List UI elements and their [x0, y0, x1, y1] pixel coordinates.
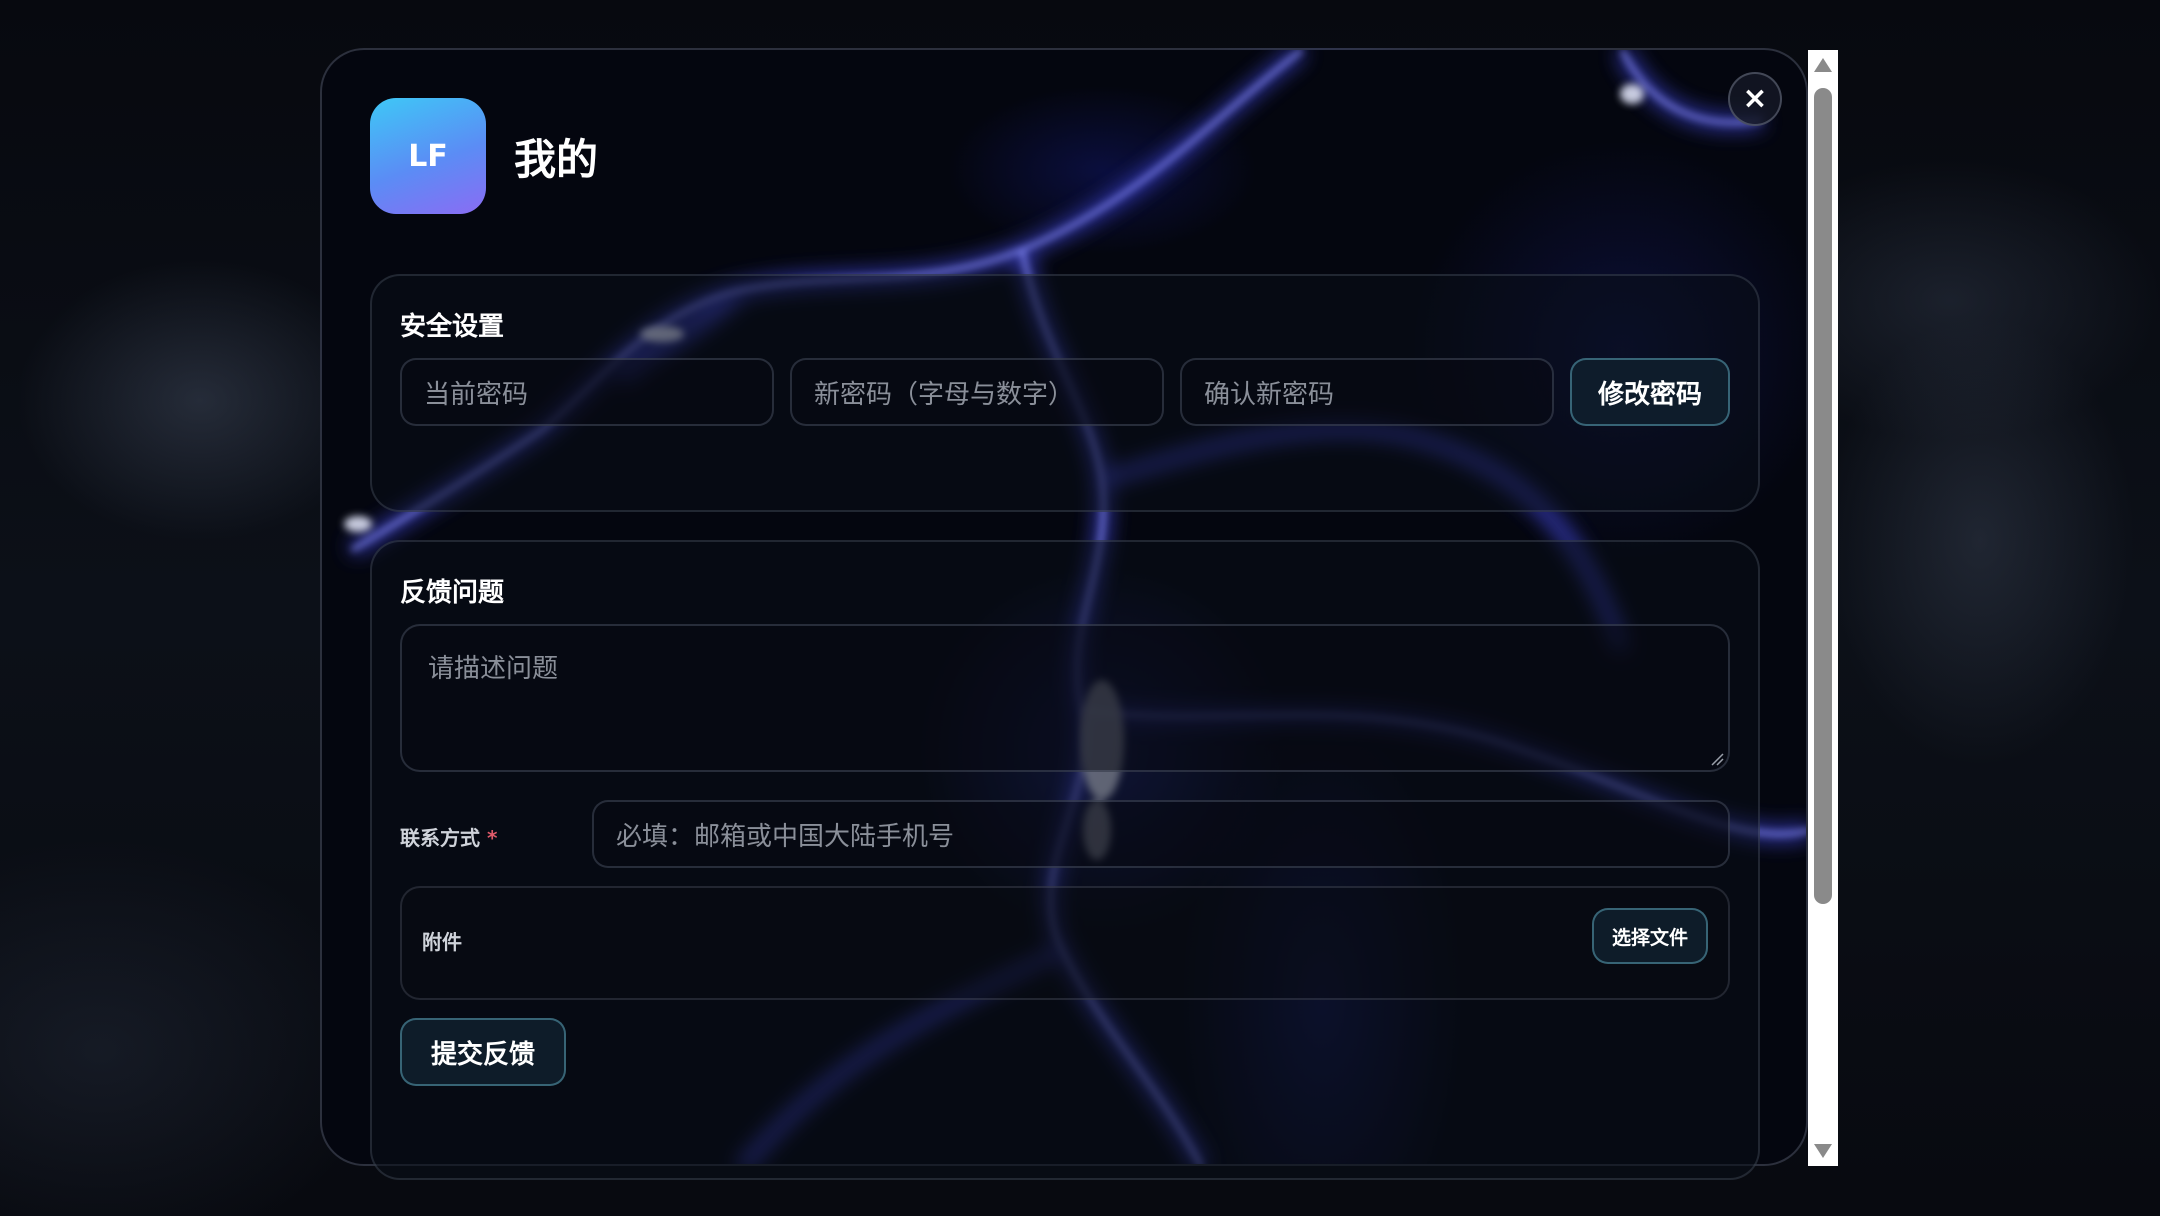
close-icon[interactable]: × [1728, 72, 1782, 126]
scroll-up-arrow-icon[interactable] [1814, 58, 1832, 72]
contact-input[interactable]: 必填：邮箱或中国大陆手机号 [592, 800, 1730, 868]
choose-file-button[interactable]: 选择文件 [1592, 908, 1708, 964]
feedback-description-textarea[interactable]: 请描述问题 [400, 624, 1730, 772]
page-title: 我的 [514, 135, 599, 184]
attachment-section [400, 886, 1730, 1000]
feedback-title: 反馈问题 [400, 578, 505, 608]
change-password-button[interactable]: 修改密码 [1570, 358, 1730, 426]
vertical-scrollbar[interactable] [1808, 50, 1838, 1166]
security-settings-title: 安全设置 [400, 312, 505, 342]
attachment-label: 附件 [422, 930, 462, 954]
avatar: LF [370, 98, 486, 214]
contact-label: 联系方式 * [400, 822, 497, 851]
current-password-input[interactable]: 当前密码 [400, 358, 774, 426]
resize-grip-icon[interactable] [1710, 752, 1724, 766]
required-mark: * [486, 826, 498, 850]
confirm-password-input[interactable]: 确认新密码 [1180, 358, 1554, 426]
submit-feedback-button[interactable]: 提交反馈 [400, 1018, 566, 1086]
scroll-down-arrow-icon[interactable] [1814, 1144, 1832, 1158]
feedback-description-placeholder: 请描述问题 [428, 654, 559, 684]
scrollbar-thumb[interactable] [1814, 88, 1832, 904]
new-password-input[interactable]: 新密码（字母与数字） [790, 358, 1164, 426]
contact-label-text: 联系方式 [400, 826, 480, 850]
avatar-initials: LF [408, 138, 448, 174]
